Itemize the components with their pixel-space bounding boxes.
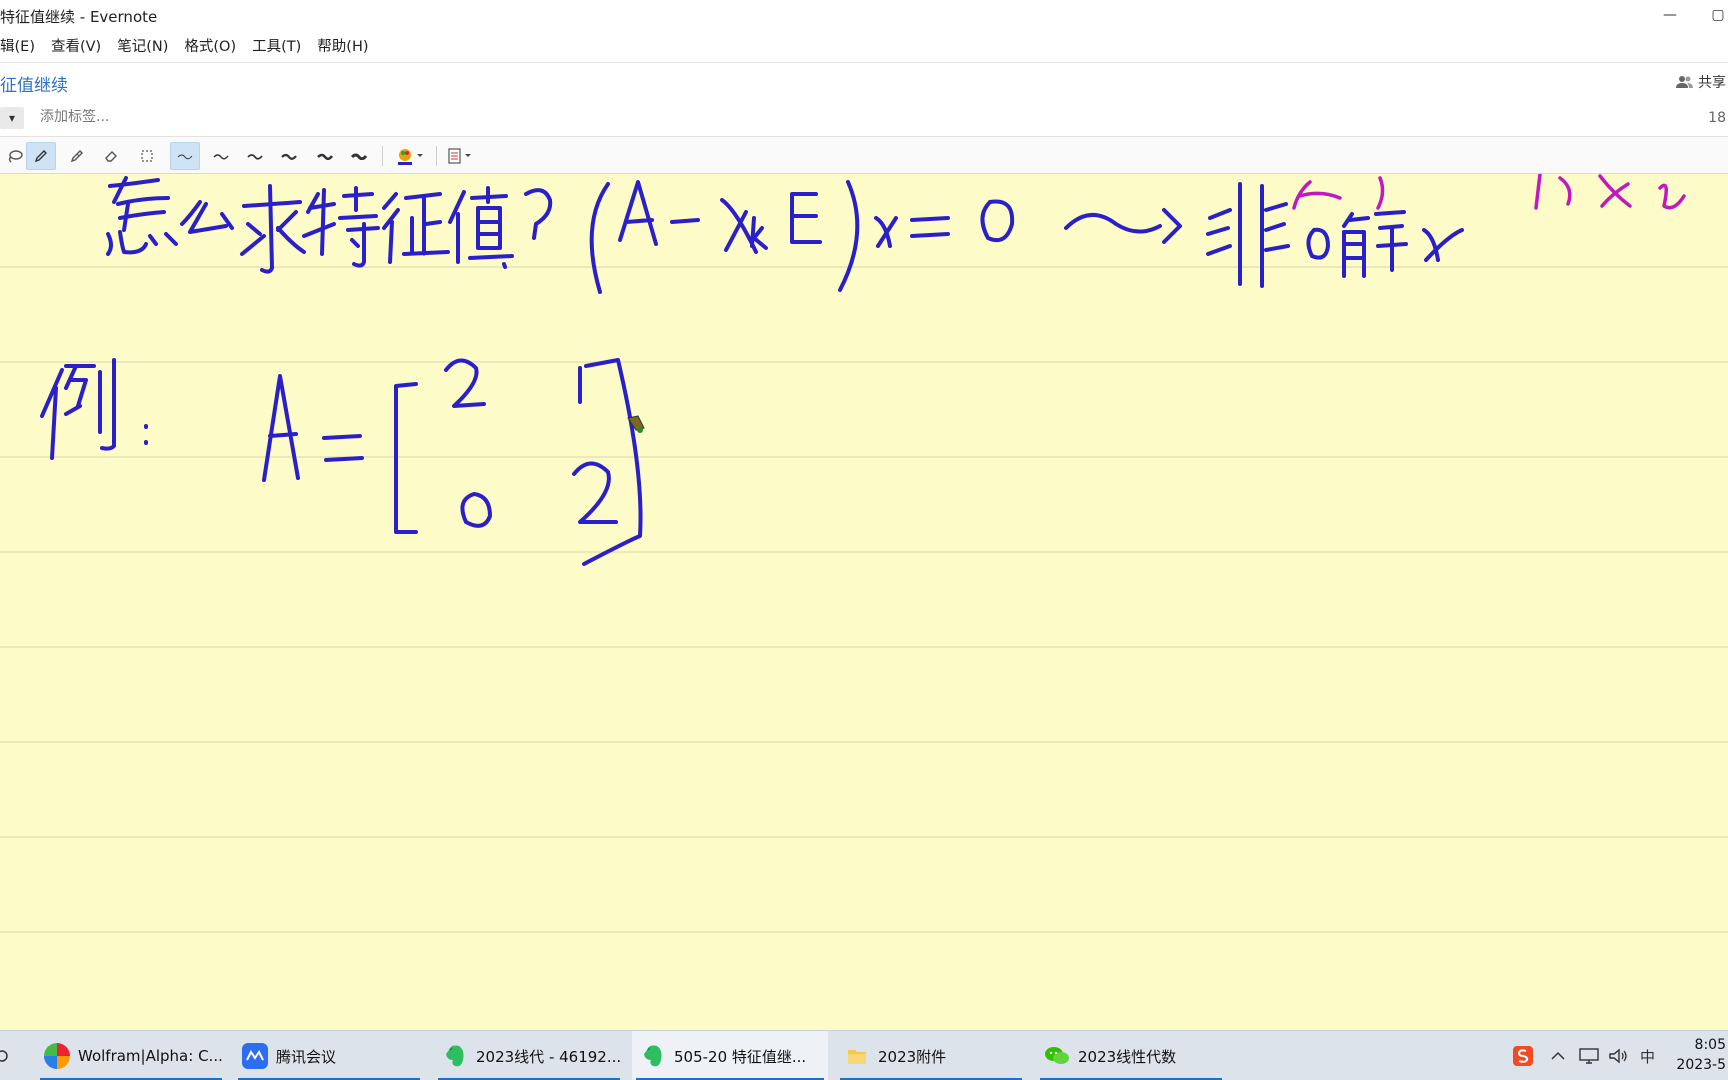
ime-label: 中 bbox=[1640, 1047, 1656, 1066]
handwriting-line-2 bbox=[40, 358, 643, 566]
pen-icon[interactable] bbox=[26, 142, 56, 170]
title-bar: 特征值继续 - Evernote — ▢ bbox=[0, 0, 1728, 30]
menu-format[interactable]: 格式(O) bbox=[184, 35, 236, 56]
taskbar-item-evernote-active[interactable]: 505-20 特征值继... bbox=[632, 1031, 828, 1080]
taskbar-item-label: 2023附件 bbox=[878, 1047, 947, 1066]
chevron-up-icon[interactable] bbox=[1550, 1031, 1566, 1080]
evernote-icon bbox=[640, 1043, 666, 1069]
people-icon bbox=[1676, 76, 1693, 88]
search-icon[interactable] bbox=[0, 1031, 12, 1080]
window-title: 特征值继续 - Evernote bbox=[0, 8, 158, 26]
taskbar-item-label: 腾讯会议 bbox=[276, 1047, 337, 1066]
stroke-1-icon[interactable] bbox=[170, 142, 200, 170]
stroke-5-icon[interactable] bbox=[310, 142, 340, 170]
taskbar-item-label: 2023线代 - 46192... bbox=[476, 1047, 622, 1066]
menu-view[interactable]: 查看(V) bbox=[51, 35, 101, 56]
menu-tools[interactable]: 工具(T) bbox=[252, 35, 301, 56]
taskbar-item-evernote-2023[interactable]: 2023线代 - 46192... bbox=[434, 1031, 624, 1080]
taskbar-item-label: Wolfram|Alpha: C... bbox=[78, 1047, 223, 1065]
tag-input[interactable] bbox=[40, 109, 340, 125]
tags-row: ▾ 18 bbox=[0, 102, 1728, 136]
magenta-ink bbox=[1292, 174, 1686, 210]
taskbar-item-wolfram[interactable]: Wolfram|Alpha: C... bbox=[36, 1031, 226, 1080]
page-number: 18 bbox=[1708, 110, 1726, 126]
handwriting-layer bbox=[0, 174, 1728, 933]
wechat-icon bbox=[1044, 1043, 1070, 1069]
stroke-3-icon[interactable] bbox=[240, 142, 270, 170]
taskbar-item-label: 2023线性代数 bbox=[1078, 1047, 1177, 1066]
taskbar-item-folder[interactable]: 2023附件 bbox=[836, 1031, 1026, 1080]
restore-button[interactable]: ▢ bbox=[1700, 2, 1728, 28]
clock[interactable]: 8:05 2023-5 bbox=[1676, 1035, 1726, 1075]
taskbar-item-label: 505-20 特征值继... bbox=[674, 1047, 807, 1066]
stroke-6-icon[interactable] bbox=[344, 142, 374, 170]
evernote-icon bbox=[442, 1043, 468, 1069]
toolbar-divider bbox=[436, 146, 437, 166]
handwriting-line-1 bbox=[106, 176, 1464, 294]
clock-date: 2023-5 bbox=[1676, 1057, 1726, 1073]
eraser-icon[interactable] bbox=[96, 142, 126, 170]
color-picker-icon[interactable] bbox=[390, 142, 430, 170]
highlighter-icon[interactable] bbox=[62, 142, 92, 170]
toolbar-divider bbox=[382, 146, 383, 166]
chevron-down-icon: ▾ bbox=[8, 111, 16, 125]
ruled-lines bbox=[0, 266, 1728, 933]
note-header: 征值继续 共享 bbox=[0, 62, 1728, 102]
selection-rect-icon[interactable] bbox=[132, 142, 162, 170]
note-title[interactable]: 征值继续 bbox=[0, 71, 68, 96]
tencent-meeting-icon bbox=[242, 1043, 268, 1069]
taskbar: Wolfram|Alpha: C... 腾讯会议 2023线代 - 46192.… bbox=[0, 1030, 1728, 1080]
ink-canvas[interactable] bbox=[0, 174, 1728, 1030]
clock-time: 8:05 bbox=[1694, 1037, 1726, 1053]
menu-bar: 辑(E) 查看(V) 笔记(N) 格式(O) 工具(T) 帮助(H) bbox=[0, 30, 1728, 60]
ime-icon[interactable]: 中 bbox=[1640, 1031, 1655, 1080]
notebook-dropdown[interactable]: ▾ bbox=[0, 107, 24, 129]
network-icon[interactable] bbox=[1578, 1031, 1600, 1080]
menu-note[interactable]: 笔记(N) bbox=[117, 35, 168, 56]
share-label: 共享 bbox=[1698, 75, 1726, 91]
folder-icon bbox=[844, 1043, 870, 1069]
ink-toolbar bbox=[0, 136, 1728, 174]
menu-help[interactable]: 帮助(H) bbox=[317, 35, 368, 56]
share-button[interactable]: 共享 bbox=[1676, 72, 1726, 92]
stroke-4-icon[interactable] bbox=[274, 142, 304, 170]
page-style-icon[interactable] bbox=[442, 142, 478, 170]
minimize-button[interactable]: — bbox=[1652, 2, 1688, 28]
wolfram-icon bbox=[44, 1043, 70, 1069]
menu-edit[interactable]: 辑(E) bbox=[0, 35, 35, 56]
stroke-2-icon[interactable] bbox=[206, 142, 236, 170]
sogou-ime-icon[interactable] bbox=[1512, 1031, 1534, 1080]
taskbar-item-wechat[interactable]: 2023线性代数 bbox=[1036, 1031, 1226, 1080]
volume-icon[interactable] bbox=[1608, 1031, 1628, 1080]
taskbar-item-tencent-meeting[interactable]: 腾讯会议 bbox=[234, 1031, 424, 1080]
